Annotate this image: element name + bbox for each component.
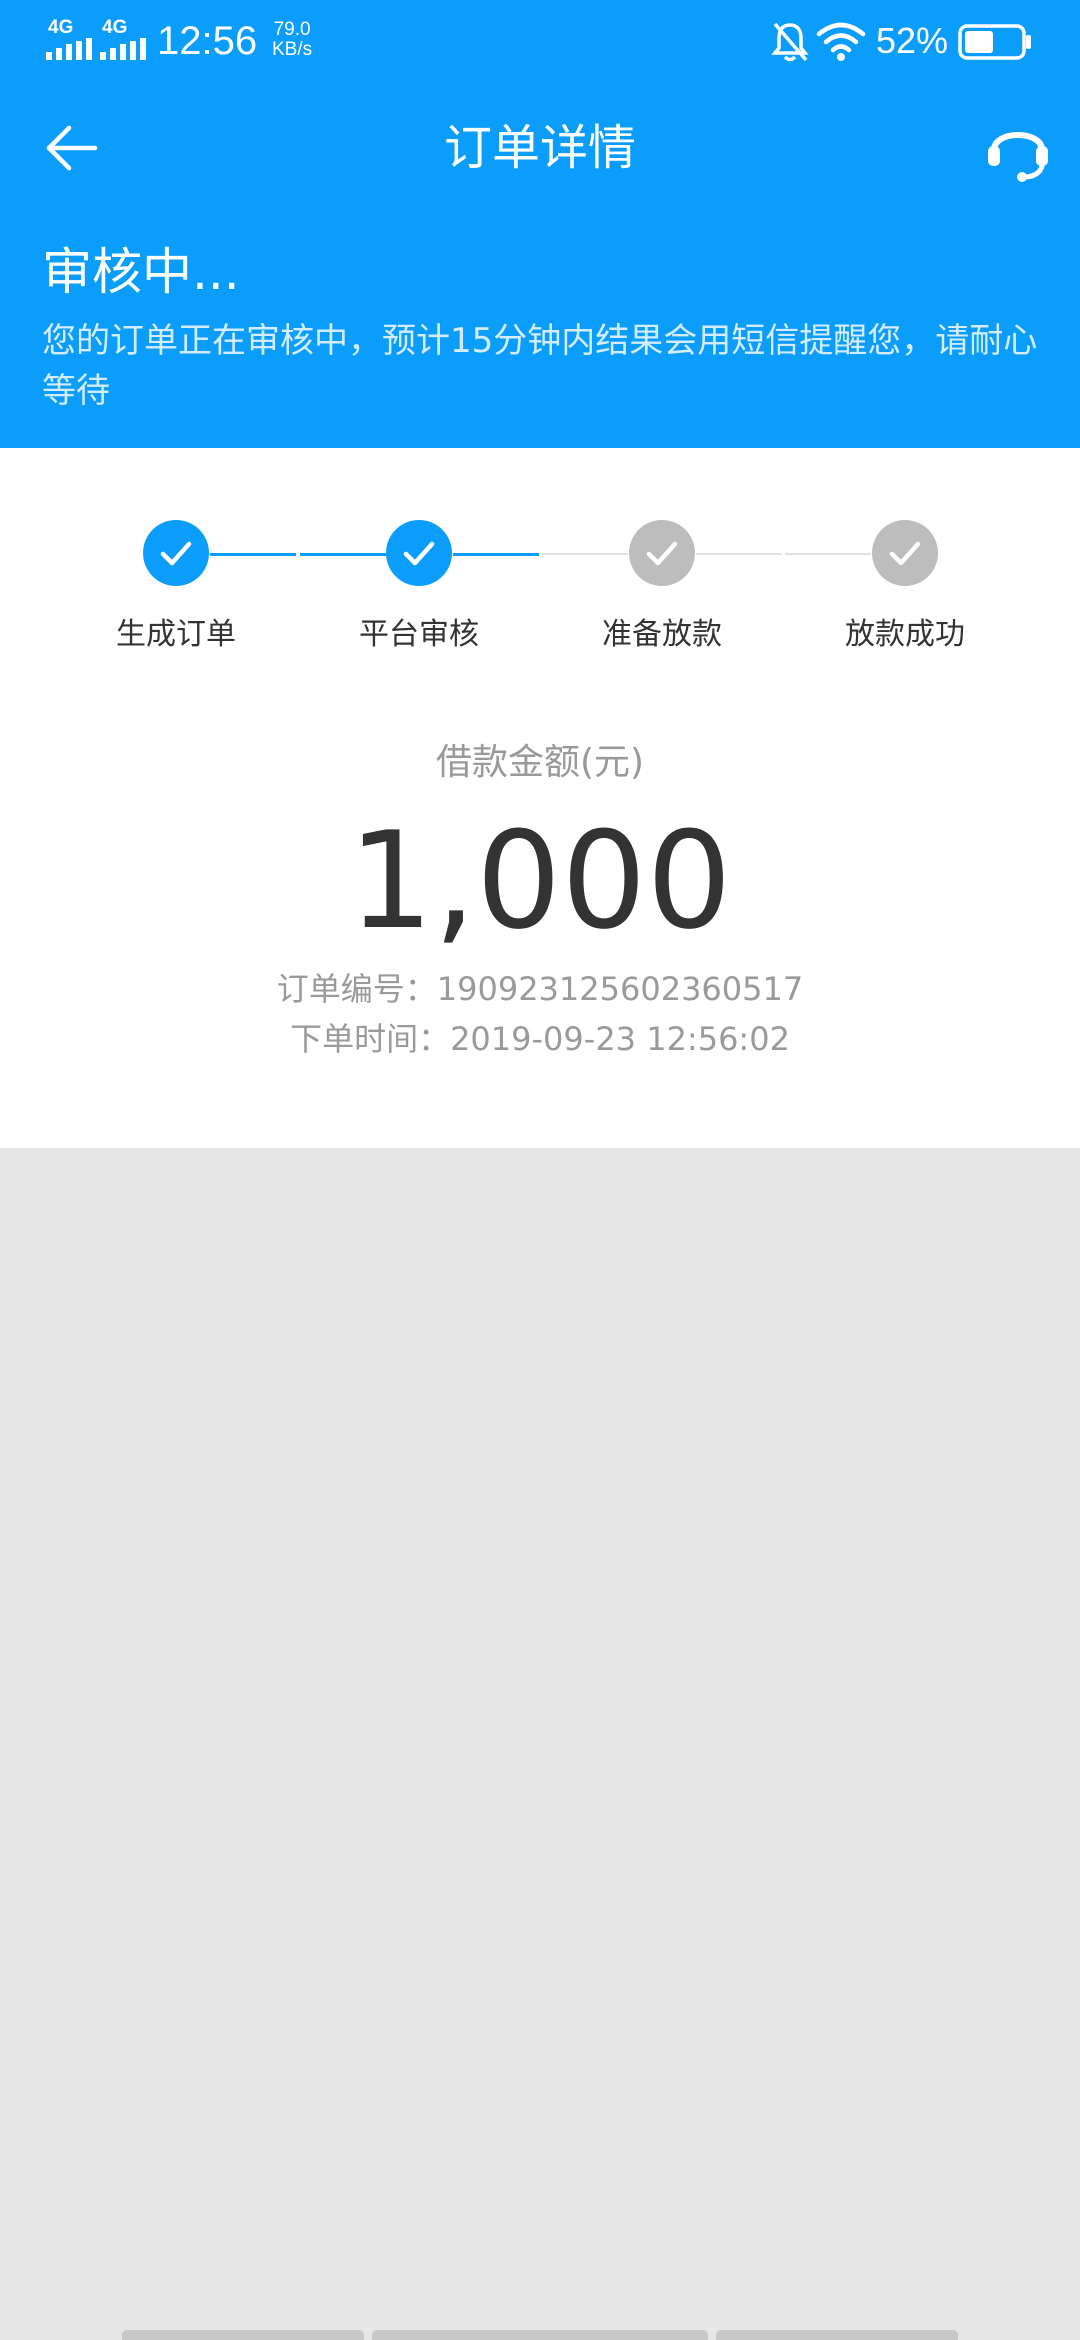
network-speed-unit: KB/s	[272, 39, 313, 60]
network-speed-value: 79.0	[273, 19, 311, 40]
step-connector	[453, 553, 539, 556]
step-label: 生成订单	[116, 617, 236, 652]
nav-bar-segment[interactable]	[122, 2330, 364, 2340]
signal-bars-icon	[100, 38, 146, 60]
nav-bar-segment[interactable]	[716, 2330, 958, 2340]
headset-icon	[988, 132, 1048, 182]
signal-sim2: 4G	[100, 18, 152, 60]
nav-bar-segment[interactable]	[372, 2330, 708, 2340]
title-bar: 订单详情	[0, 96, 1080, 200]
back-arrow-icon	[46, 125, 98, 171]
customer-service-button[interactable]	[978, 110, 1058, 190]
step-connector	[696, 553, 782, 555]
order-status-description: 您的订单正在审核中，预计15分钟内结果会用短信提醒您，请耐心等待	[42, 321, 1038, 411]
step-4-indicator	[872, 520, 938, 586]
check-icon	[403, 541, 435, 566]
loan-amount-value: 1,000	[348, 803, 732, 959]
step-3-indicator	[629, 520, 695, 586]
order-status-title: 审核中...	[42, 243, 240, 301]
wifi-icon	[816, 22, 866, 61]
battery-percent: 52%	[876, 20, 949, 61]
order-number: 订单编号：190923125602360517	[276, 970, 804, 1008]
step-connector	[210, 553, 296, 556]
step-label: 准备放款	[602, 617, 722, 652]
signal-sim1: 4G	[46, 18, 98, 60]
order-time: 下单时间：2019-09-23 12:56:02	[290, 1020, 790, 1058]
step-1-indicator	[143, 520, 209, 586]
network-speed: 79.0 KB/s	[272, 20, 312, 60]
step-connector	[542, 553, 628, 555]
step-connector	[300, 553, 386, 556]
page-title: 订单详情	[443, 120, 636, 176]
network-type-label: 4G	[102, 17, 128, 38]
step-label: 平台审核	[359, 617, 479, 652]
status-bar: 4G 4G 12:56 79.0 KB/s 52%	[0, 0, 1080, 84]
check-icon	[646, 541, 678, 566]
loan-amount-label: 借款金额(元)	[435, 742, 645, 783]
check-icon	[889, 541, 921, 566]
mute-bell-icon	[771, 22, 809, 62]
battery-icon	[958, 24, 1031, 60]
step-connector	[785, 553, 871, 555]
back-button[interactable]	[36, 116, 106, 180]
step-label: 放款成功	[845, 617, 965, 652]
step-2-indicator	[386, 520, 452, 586]
clock: 12:56	[157, 19, 258, 63]
check-icon	[160, 541, 192, 566]
signal-bars-icon	[46, 38, 92, 60]
network-type-label: 4G	[48, 17, 74, 38]
